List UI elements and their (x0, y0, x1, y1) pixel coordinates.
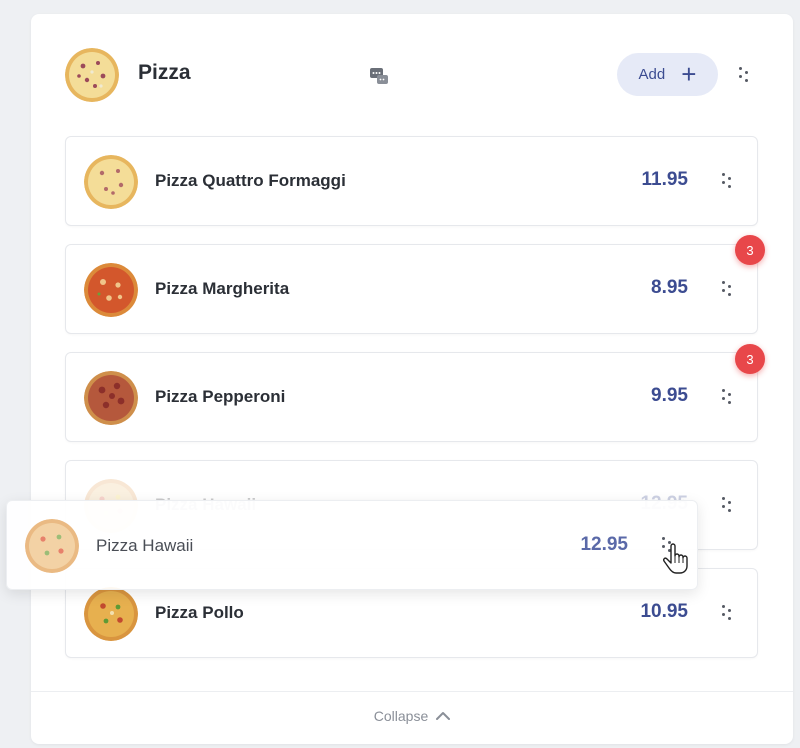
notification-badge: 3 (735, 235, 765, 265)
pizza-thumbnail (84, 371, 138, 425)
chat-bubbles-icon[interactable] (369, 66, 389, 86)
pizza-thumbnail (84, 587, 138, 641)
category-menu-icon[interactable] (739, 67, 749, 85)
item-name: Pizza Quattro Formaggi (155, 171, 346, 190)
hand-cursor-icon (663, 543, 688, 574)
dragged-item-row[interactable]: Pizza Hawaii 12.95 (6, 500, 698, 590)
footer-divider (31, 691, 793, 692)
menu-item-row[interactable]: Pizza Pepperoni 9.95 (65, 352, 758, 442)
drag-handle-icon[interactable] (722, 497, 732, 515)
drag-handle-icon[interactable] (722, 281, 732, 299)
collapse-label: Collapse (373, 708, 429, 724)
drag-handle-icon[interactable] (722, 389, 732, 407)
category-card: Pizza Add + Pizza Quattro Formaggi 11.95 (31, 14, 793, 744)
collapse-button[interactable]: Collapse (31, 708, 793, 724)
notification-badge: 3 (735, 344, 765, 374)
drag-handle-icon[interactable] (722, 173, 732, 191)
item-name: Pizza Pollo (155, 603, 244, 622)
category-thumbnail (65, 48, 119, 102)
drag-handle-icon[interactable] (722, 605, 732, 623)
chevron-up-icon (436, 712, 451, 720)
pizza-thumbnail (25, 519, 79, 573)
plus-icon: + (681, 58, 697, 89)
dragged-item-name: Pizza Hawaii (96, 536, 194, 555)
item-price: 9.95 (651, 385, 688, 406)
item-name: Pizza Margherita (155, 279, 290, 298)
category-title: Pizza (138, 61, 191, 84)
add-button-label: Add (638, 66, 666, 83)
item-price: 8.95 (651, 277, 688, 298)
item-price: 10.95 (640, 601, 688, 622)
menu-item-row[interactable]: Pizza Quattro Formaggi 11.95 (65, 136, 758, 226)
item-name: Pizza Pepperoni (155, 387, 286, 406)
pizza-thumbnail (84, 155, 138, 209)
dragged-item-price: 12.95 (580, 534, 628, 555)
menu-item-row[interactable]: Pizza Margherita 8.95 (65, 244, 758, 334)
add-item-button[interactable]: Add + (617, 53, 718, 96)
item-price: 11.95 (641, 169, 689, 190)
pizza-thumbnail (84, 263, 138, 317)
